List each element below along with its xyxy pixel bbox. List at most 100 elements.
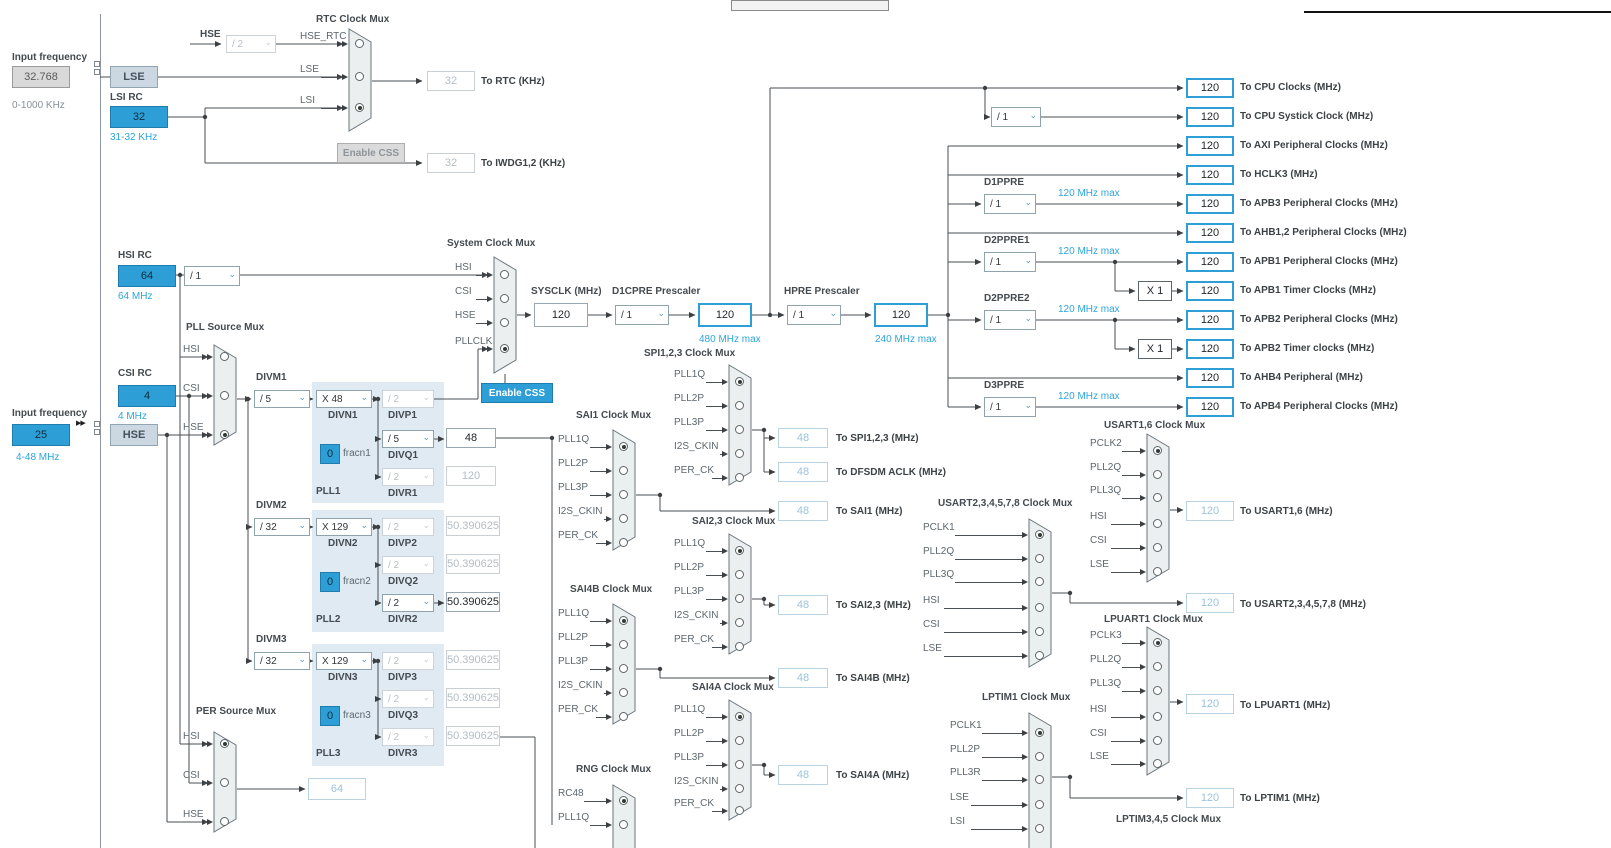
csi-frequency-field[interactable]: 4	[118, 385, 176, 407]
divn1-dropdown[interactable]: X 48	[316, 390, 372, 408]
divm3-dropdown[interactable]: / 32	[254, 652, 310, 670]
sai4a-radio-pll3p[interactable]	[735, 760, 744, 769]
system-enable-css-button[interactable]: Enable CSS	[481, 383, 553, 403]
divn3-dropdown[interactable]: X 129	[316, 652, 372, 670]
output-value-8[interactable]: 120	[1186, 310, 1234, 330]
usart16-radio-csi[interactable]	[1153, 543, 1162, 552]
rtc_mux-radio-lse[interactable]	[355, 72, 364, 81]
hpre-value-field[interactable]: 120	[874, 303, 928, 327]
sai4a-radio-pll2p[interactable]	[735, 736, 744, 745]
lptim1-radio-lsi[interactable]	[1035, 824, 1044, 833]
usart16-radio-pll2q[interactable]	[1153, 470, 1162, 479]
rng-radio-rc48[interactable]	[619, 796, 628, 805]
usart16-radio-pll3q[interactable]	[1153, 493, 1162, 502]
lpuart1-radio-hsi[interactable]	[1153, 712, 1162, 721]
d2ppre1-dropdown[interactable]: / 1	[984, 252, 1036, 272]
lptim1-radio-lse[interactable]	[1035, 800, 1044, 809]
hsi-frequency-field[interactable]: 64	[118, 265, 176, 287]
fracn2-field[interactable]: 0	[320, 572, 340, 592]
sai4a-radio-pll1q[interactable]	[735, 712, 744, 721]
spi123-radio-pll2p[interactable]	[735, 401, 744, 410]
divm1-dropdown[interactable]: / 5	[254, 390, 310, 408]
output-value-4[interactable]: 120	[1186, 194, 1234, 214]
output-value-3[interactable]: 120	[1186, 165, 1234, 185]
usart234578-radio-pll2q[interactable]	[1035, 554, 1044, 563]
partial-toolbar-button[interactable]	[731, 0, 889, 11]
pll_src-radio-hse[interactable]	[220, 430, 229, 439]
lpuart1-radio-csi[interactable]	[1153, 736, 1162, 745]
sai4b-radio-pll1q[interactable]	[619, 616, 628, 625]
usart16-radio-lse[interactable]	[1153, 567, 1162, 576]
systick-divider-dropdown[interactable]: / 1	[991, 107, 1041, 127]
lptim1-radio-pll2p[interactable]	[1035, 752, 1044, 761]
fracn1-field[interactable]: 0	[320, 444, 340, 464]
sys-radio-pllclk[interactable]	[500, 344, 509, 353]
sai4a-radio-per_ck[interactable]	[735, 806, 744, 815]
sai23-radio-i2s_ckin[interactable]	[735, 618, 744, 627]
spi123-radio-pll3p[interactable]	[735, 425, 744, 434]
output-value-9[interactable]: 120	[1186, 339, 1234, 359]
spi123-radio-pll1q[interactable]	[735, 377, 744, 386]
sai1-radio-pll3p[interactable]	[619, 490, 628, 499]
lptim1-radio-pll3r[interactable]	[1035, 775, 1044, 784]
spi123-radio-i2s_ckin[interactable]	[735, 449, 744, 458]
sai4a-radio-i2s_ckin[interactable]	[735, 784, 744, 793]
hpre-dropdown[interactable]: / 1	[787, 305, 841, 325]
lpuart1-radio-lse[interactable]	[1153, 759, 1162, 768]
output-value-2[interactable]: 120	[1186, 136, 1234, 156]
sai1-radio-pll2p[interactable]	[619, 466, 628, 475]
usart234578-radio-hsi[interactable]	[1035, 603, 1044, 612]
sys-radio-hsi[interactable]	[500, 270, 509, 279]
pll_src-radio-hsi[interactable]	[220, 352, 229, 361]
pll_src-radio-csi[interactable]	[220, 391, 229, 400]
per_src-radio-hse[interactable]	[220, 817, 229, 826]
lpuart1-radio-pll2q[interactable]	[1153, 662, 1162, 671]
rtc_mux-radio-lsi[interactable]	[355, 103, 364, 112]
d2ppre2-dropdown[interactable]: / 1	[984, 310, 1036, 330]
d3ppre-dropdown[interactable]: / 1	[984, 397, 1036, 417]
usart234578-radio-lse[interactable]	[1035, 651, 1044, 660]
rng-radio-pll1q[interactable]	[619, 820, 628, 829]
output-value-6[interactable]: 120	[1186, 252, 1234, 272]
per_src-radio-hsi[interactable]	[220, 739, 229, 748]
usart16-radio-hsi[interactable]	[1153, 519, 1162, 528]
usart234578-radio-pclk1[interactable]	[1035, 530, 1044, 539]
lpuart1-radio-pclk3[interactable]	[1153, 638, 1162, 647]
divr2-dropdown[interactable]: / 2	[382, 594, 434, 612]
sai23-radio-per_ck[interactable]	[735, 642, 744, 651]
sai4b-radio-i2s_ckin[interactable]	[619, 688, 628, 697]
spi123-radio-per_ck[interactable]	[735, 473, 744, 482]
d1cpre-dropdown[interactable]: / 1	[615, 305, 669, 325]
per_src-radio-csi[interactable]	[220, 778, 229, 787]
usart16-radio-pclk2[interactable]	[1153, 446, 1162, 455]
sai4b-radio-pll2p[interactable]	[619, 640, 628, 649]
sai4b-radio-pll3p[interactable]	[619, 664, 628, 673]
sai1-radio-per_ck[interactable]	[619, 538, 628, 547]
output-value-11[interactable]: 120	[1186, 397, 1234, 417]
divm2-dropdown[interactable]: / 32	[254, 518, 310, 536]
usart234578-radio-csi[interactable]	[1035, 627, 1044, 636]
sai4b-radio-per_ck[interactable]	[619, 712, 628, 721]
divq1-dropdown[interactable]: / 5	[382, 430, 434, 448]
sys-radio-hse[interactable]	[500, 318, 509, 327]
sai1-radio-pll1q[interactable]	[619, 442, 628, 451]
output-value-0[interactable]: 120	[1186, 78, 1234, 98]
sys-radio-csi[interactable]	[500, 294, 509, 303]
output-value-1[interactable]: 120	[1186, 107, 1234, 127]
hsi-divider-dropdown[interactable]: / 1	[184, 266, 240, 286]
usart234578-radio-pll3q[interactable]	[1035, 577, 1044, 586]
lpuart1-radio-pll3q[interactable]	[1153, 686, 1162, 695]
fracn3-field[interactable]: 0	[320, 706, 340, 726]
d1cpre-value-field[interactable]: 120	[698, 303, 752, 327]
lptim1-radio-pclk1[interactable]	[1035, 728, 1044, 737]
divn2-dropdown[interactable]: X 129	[316, 518, 372, 536]
sai23-radio-pll1q[interactable]	[735, 546, 744, 555]
sai1-radio-i2s_ckin[interactable]	[619, 514, 628, 523]
output-value-5[interactable]: 120	[1186, 223, 1234, 243]
output-value-7[interactable]: 120	[1186, 281, 1234, 301]
output-value-10[interactable]: 120	[1186, 368, 1234, 388]
sai23-radio-pll3p[interactable]	[735, 594, 744, 603]
lsi-frequency-field[interactable]: 32	[110, 106, 168, 128]
rtc_mux-radio-hse_rtc[interactable]	[355, 39, 364, 48]
sai23-radio-pll2p[interactable]	[735, 570, 744, 579]
